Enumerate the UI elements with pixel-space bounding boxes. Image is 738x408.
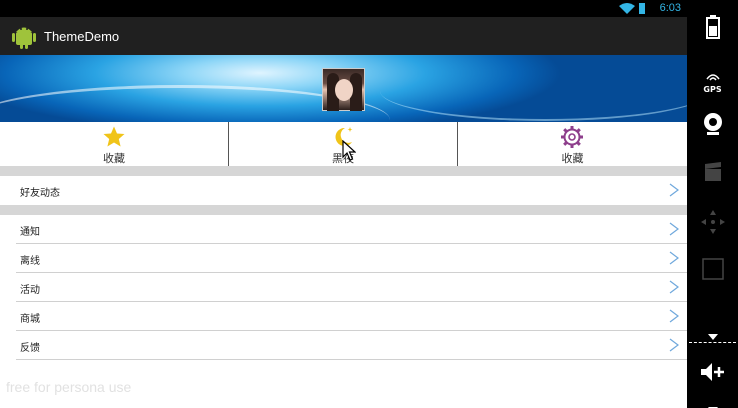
avatar[interactable] [322, 68, 365, 111]
list-item-label: 反馈 [20, 343, 40, 354]
status-bar: 6:03 [0, 0, 687, 17]
list-item-label: 商城 [20, 314, 40, 325]
tab-favorites-settings[interactable]: 收藏 [458, 122, 687, 166]
sidebar-separator [689, 342, 736, 343]
app-title: ThemeDemo [44, 29, 120, 44]
gps-label: GPS [703, 85, 722, 94]
row-divider [16, 359, 687, 360]
media-control[interactable] [687, 162, 738, 186]
device-id-control[interactable] [687, 258, 738, 284]
chevron-right-icon [669, 251, 679, 265]
mouse-cursor-icon [342, 140, 356, 161]
list-item-friend-feed[interactable]: 好友动态 [0, 176, 687, 205]
camera-control[interactable] [687, 112, 738, 140]
battery-icon [705, 15, 720, 39]
volume-up-icon [700, 363, 724, 381]
clock: 6:03 [659, 2, 681, 14]
tab-label: 收藏 [561, 152, 584, 165]
watermark: free for persona use [6, 379, 132, 395]
emulator-sidebar: GPS [687, 0, 738, 408]
chevron-right-icon [669, 183, 679, 197]
gear-icon [561, 126, 583, 148]
section-divider [0, 205, 687, 215]
section-divider [0, 166, 687, 176]
tab-label: 收藏 [103, 152, 125, 165]
clapperboard-icon [704, 162, 721, 181]
gps-signal-icon [705, 74, 720, 81]
list-item-feedback[interactable]: 反馈 [0, 331, 687, 360]
star-icon [103, 126, 125, 147]
battery-control[interactable] [687, 15, 738, 43]
chevron-right-icon [669, 222, 679, 236]
list-item-offline[interactable]: 离线 [0, 244, 687, 273]
tab-favorites[interactable]: 收藏 [0, 122, 229, 166]
chevron-right-icon [669, 338, 679, 352]
android-screen: 6:03 ThemeDemo 收藏 黑夜 收藏 好友动态 通知 离线 活动 商城… [0, 0, 687, 408]
chevron-right-icon [669, 309, 679, 323]
battery-icon [639, 3, 645, 14]
scroll-down-control[interactable] [687, 398, 738, 408]
profile-banner [0, 55, 687, 122]
list-item-notification[interactable]: 通知 [0, 215, 687, 244]
triangle-down-icon [707, 334, 718, 340]
list-item-label: 通知 [20, 227, 40, 238]
dpad-control[interactable] [687, 208, 738, 240]
dpad-icon [700, 210, 725, 234]
webcam-icon [703, 113, 722, 135]
wifi-icon [619, 3, 635, 14]
gps-control[interactable]: GPS [687, 66, 738, 94]
list-item-activity[interactable]: 活动 [0, 273, 687, 302]
id-icon [701, 258, 724, 280]
android-app-icon[interactable] [11, 23, 37, 49]
list-item-store[interactable]: 商城 [0, 302, 687, 331]
chevron-right-icon [669, 280, 679, 294]
list-item-label: 好友动态 [20, 188, 60, 199]
list-item-label: 离线 [20, 256, 40, 267]
volume-up-control[interactable] [687, 362, 738, 386]
action-bar: ThemeDemo [0, 17, 687, 55]
list-item-label: 活动 [20, 285, 40, 296]
banner-swirl [380, 61, 687, 121]
